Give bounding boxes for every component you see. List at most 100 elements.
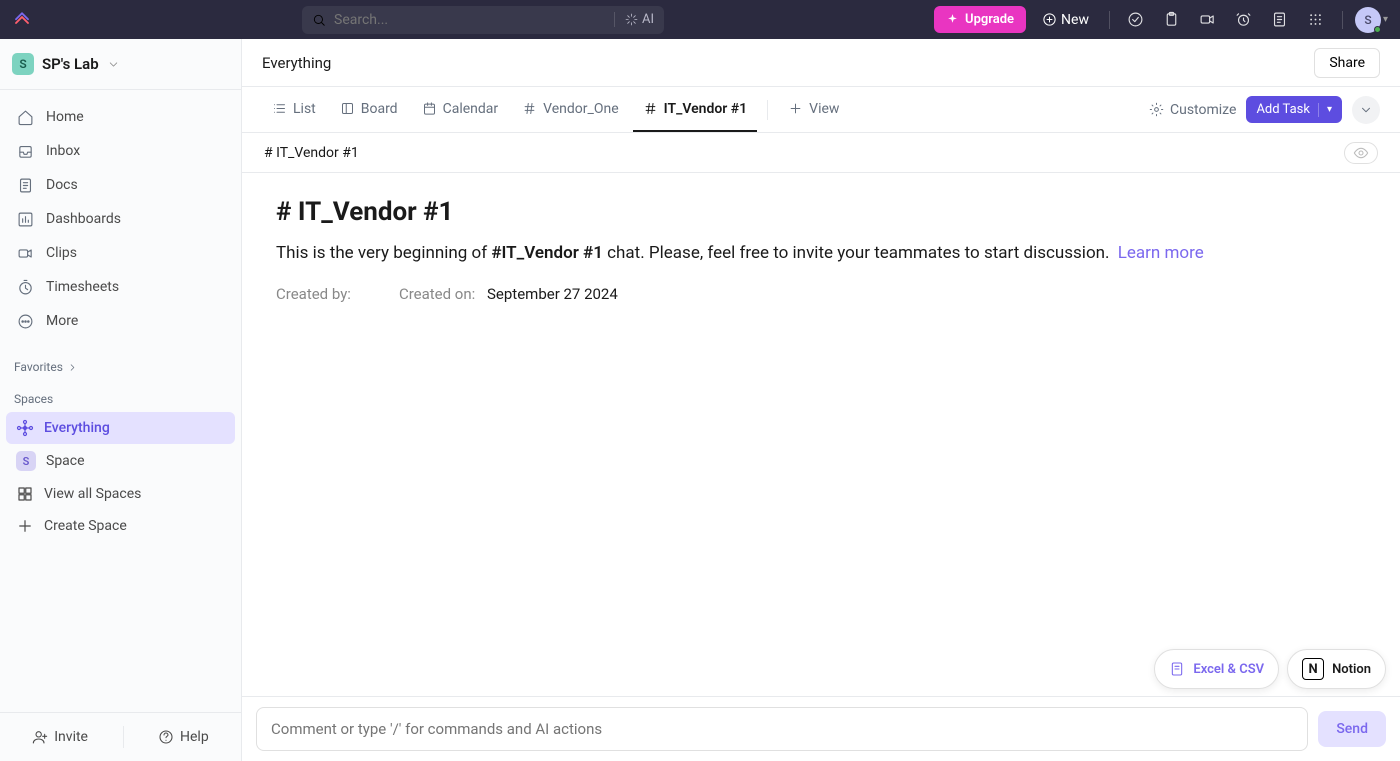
presence-dot bbox=[1374, 26, 1381, 33]
label: List bbox=[293, 101, 316, 117]
list-icon bbox=[272, 101, 287, 116]
label: Created by: bbox=[276, 285, 351, 303]
timer-icon bbox=[16, 278, 34, 296]
channel-bar: # IT_Vendor #1 bbox=[242, 133, 1400, 173]
hash-icon bbox=[643, 101, 658, 116]
tabs: List Board Calendar Vendor_One IT_Vendor… bbox=[262, 87, 849, 132]
sparkle-icon bbox=[625, 13, 638, 26]
alarm-icon[interactable] bbox=[1230, 6, 1258, 34]
grid-icon bbox=[16, 485, 34, 503]
sidebar-item-more[interactable]: More bbox=[6, 304, 235, 338]
intro-bold: #IT_Vendor #1 bbox=[491, 243, 603, 263]
sidebar-item-docs[interactable]: Docs bbox=[6, 168, 235, 202]
tab-add-view[interactable]: View bbox=[778, 87, 849, 132]
sidebar-item-timesheets[interactable]: Timesheets bbox=[6, 270, 235, 304]
label: Created on: bbox=[399, 285, 475, 303]
label: Excel & CSV bbox=[1193, 662, 1264, 677]
chevron-down-icon: ▾ bbox=[1383, 14, 1388, 25]
share-button[interactable]: Share bbox=[1314, 48, 1380, 78]
video-icon[interactable] bbox=[1194, 6, 1222, 34]
spaces-list: Everything SSpace View all Spaces Create… bbox=[0, 412, 241, 542]
tab-vendor-one[interactable]: Vendor_One bbox=[512, 87, 629, 132]
intro-suffix: chat. Please, feel free to invite your t… bbox=[603, 243, 1110, 263]
excel-csv-chip[interactable]: Excel & CSV bbox=[1154, 649, 1279, 689]
more-button[interactable] bbox=[1352, 96, 1380, 124]
workspace-switcher[interactable]: S SP's Lab bbox=[0, 39, 241, 90]
customize-button[interactable]: Customize bbox=[1149, 102, 1236, 118]
tab-calendar[interactable]: Calendar bbox=[412, 87, 509, 132]
search-input[interactable] bbox=[334, 12, 606, 28]
breadcrumb[interactable]: Everything bbox=[262, 54, 331, 72]
dashboard-icon bbox=[16, 210, 34, 228]
add-task-button[interactable]: Add Task▾ bbox=[1246, 96, 1342, 123]
chevron-down-icon: ▾ bbox=[1327, 104, 1332, 115]
ai-chip[interactable]: AI bbox=[614, 12, 654, 27]
space-item-space[interactable]: SSpace bbox=[6, 444, 235, 478]
file-icon bbox=[1169, 661, 1185, 677]
label: Create Space bbox=[44, 518, 127, 534]
composer: Send bbox=[242, 696, 1400, 761]
sidebar: S SP's Lab Home Inbox Docs Dashboards Cl… bbox=[0, 39, 242, 761]
sidebar-favorites-header[interactable]: Favorites bbox=[0, 348, 241, 380]
plus-circle-icon bbox=[1042, 12, 1057, 27]
sidebar-item-home[interactable]: Home bbox=[6, 100, 235, 134]
tab-it-vendor-1[interactable]: IT_Vendor #1 bbox=[633, 87, 758, 132]
label: Spaces bbox=[14, 392, 53, 406]
home-icon bbox=[16, 108, 34, 126]
inbox-icon bbox=[16, 142, 34, 160]
sidebar-item-inbox[interactable]: Inbox bbox=[6, 134, 235, 168]
app-logo[interactable] bbox=[12, 10, 32, 30]
space-badge: S bbox=[16, 451, 36, 471]
note-icon[interactable] bbox=[1266, 6, 1294, 34]
clipboard-icon[interactable] bbox=[1158, 6, 1186, 34]
composer-input[interactable] bbox=[256, 707, 1308, 751]
check-circle-icon[interactable] bbox=[1122, 6, 1150, 34]
learn-more-link[interactable]: Learn more bbox=[1118, 243, 1204, 263]
space-item-everything[interactable]: Everything bbox=[6, 412, 235, 444]
sidebar-item-dashboards[interactable]: Dashboards bbox=[6, 202, 235, 236]
main: Everything Share List Board Calendar Ven… bbox=[242, 39, 1400, 761]
sidebar-nav: Home Inbox Docs Dashboards Clips Timeshe… bbox=[0, 90, 241, 348]
sidebar-item-label: Timesheets bbox=[46, 279, 119, 295]
plus-icon bbox=[16, 517, 34, 535]
chat-content: # IT_Vendor #1 This is the very beginnin… bbox=[242, 173, 1400, 696]
help-icon bbox=[158, 729, 174, 745]
plus-icon bbox=[788, 101, 803, 116]
doc-icon bbox=[16, 176, 34, 194]
user-menu[interactable]: S ▾ bbox=[1355, 7, 1388, 33]
upgrade-label: Upgrade bbox=[965, 12, 1014, 27]
label: IT_Vendor #1 bbox=[664, 101, 748, 117]
separator bbox=[1109, 11, 1110, 29]
workspace-badge: S bbox=[12, 53, 34, 75]
label: Calendar bbox=[443, 101, 499, 117]
label: Vendor_One bbox=[543, 101, 619, 117]
channel-title: # IT_Vendor #1 bbox=[264, 145, 359, 161]
channel-heading: # IT_Vendor #1 bbox=[276, 197, 1366, 227]
send-button[interactable]: Send bbox=[1318, 711, 1386, 747]
eye-icon bbox=[1353, 145, 1369, 161]
label: View all Spaces bbox=[44, 486, 141, 502]
invite-button[interactable]: Invite bbox=[22, 723, 98, 751]
breadcrumb-bar: Everything Share bbox=[242, 39, 1400, 87]
network-icon bbox=[16, 419, 34, 437]
help-button[interactable]: Help bbox=[148, 723, 219, 751]
sidebar-item-clips[interactable]: Clips bbox=[6, 236, 235, 270]
search-icon bbox=[312, 13, 326, 27]
chevron-down-icon bbox=[1359, 103, 1373, 117]
new-label: New bbox=[1061, 12, 1089, 28]
ai-label: AI bbox=[642, 12, 654, 27]
apps-grid-icon[interactable] bbox=[1302, 6, 1330, 34]
label: Notion bbox=[1332, 662, 1371, 677]
upgrade-button[interactable]: Upgrade bbox=[934, 6, 1026, 33]
search-box[interactable]: AI bbox=[302, 6, 664, 34]
user-plus-icon bbox=[32, 729, 48, 745]
tab-board[interactable]: Board bbox=[330, 87, 408, 132]
tab-list[interactable]: List bbox=[262, 87, 326, 132]
sidebar-spaces-header[interactable]: Spaces bbox=[0, 380, 241, 412]
space-item-create[interactable]: Create Space bbox=[6, 510, 235, 542]
notion-chip[interactable]: NNotion bbox=[1287, 649, 1386, 689]
space-item-view-all[interactable]: View all Spaces bbox=[6, 478, 235, 510]
created-by: Created by: bbox=[276, 285, 359, 303]
new-button[interactable]: New bbox=[1034, 8, 1097, 32]
visibility-toggle[interactable] bbox=[1344, 142, 1378, 164]
